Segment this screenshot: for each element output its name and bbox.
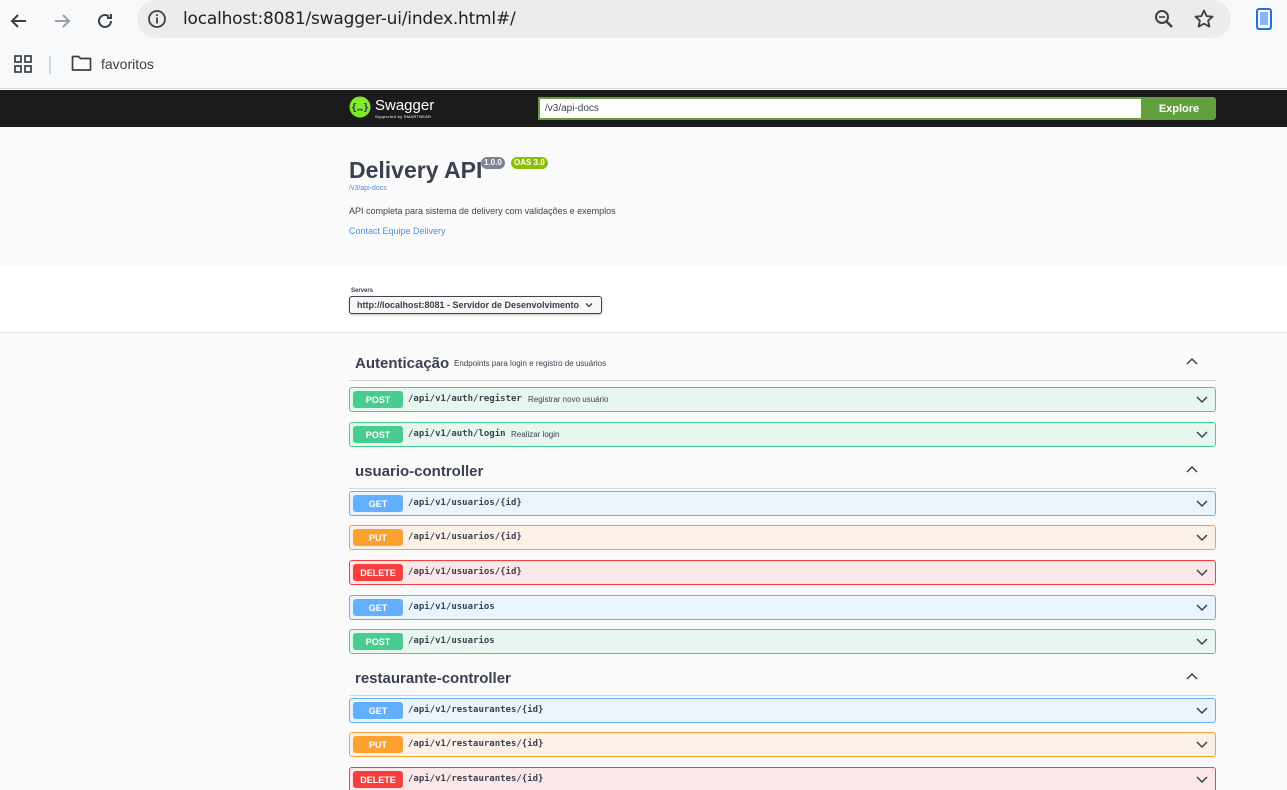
extension-icon[interactable] xyxy=(1253,7,1275,31)
operation-path: /api/v1/usuarios/{id} xyxy=(408,567,522,577)
operation-summary: Registrar novo usuário xyxy=(528,395,609,404)
info-icon[interactable] xyxy=(147,9,167,29)
folder-icon[interactable] xyxy=(71,54,92,72)
bookmarks-bar: favoritos xyxy=(0,42,1287,89)
chevron-down-icon[interactable] xyxy=(1196,568,1208,577)
back-button[interactable] xyxy=(4,6,34,36)
method-badge: POST xyxy=(353,426,403,443)
method-badge: DELETE xyxy=(353,564,403,581)
chevron-down-icon[interactable] xyxy=(1196,430,1208,439)
method-badge: PUT xyxy=(353,529,403,546)
operation-delete-usuario-by-id[interactable]: DELETE /api/v1/usuarios/{id} xyxy=(349,560,1216,585)
svg-text:{…}: {…} xyxy=(351,103,369,114)
operation-path: /api/v1/auth/register xyxy=(408,394,522,404)
explore-button[interactable]: Explore xyxy=(1142,97,1216,120)
operation-summary: Realizar login xyxy=(511,430,560,439)
back-arrow-icon xyxy=(10,14,26,28)
chevron-down-icon[interactable] xyxy=(1196,603,1208,612)
chevron-up-icon[interactable] xyxy=(1186,672,1198,682)
chevron-down-icon[interactable] xyxy=(1196,395,1208,404)
oas-badge: OAS 3.0 xyxy=(511,157,548,169)
spec-link[interactable]: /v3/api-docs xyxy=(349,185,387,192)
method-badge: GET xyxy=(353,495,403,512)
apps-grid-icon[interactable] xyxy=(13,54,33,74)
operation-path: /api/v1/usuarios/{id} xyxy=(408,532,522,542)
operation-post-usuarios[interactable]: POST /api/v1/usuarios xyxy=(349,629,1216,654)
api-title: Delivery API xyxy=(349,157,483,183)
operation-get-restaurante-by-id[interactable]: GET /api/v1/restaurantes/{id} xyxy=(349,698,1216,723)
chevron-down-icon[interactable] xyxy=(1196,637,1208,646)
operation-get-usuarios[interactable]: GET /api/v1/usuarios xyxy=(349,595,1216,620)
address-bar[interactable]: localhost:8081/swagger-ui/index.html#/ xyxy=(137,0,1231,38)
chevron-down-icon xyxy=(585,303,593,308)
tag-name: Autenticação xyxy=(355,355,450,372)
browser-toolbar: localhost:8081/swagger-ui/index.html#/ xyxy=(0,0,1287,42)
zoom-icon[interactable] xyxy=(1153,8,1175,30)
method-badge: DELETE xyxy=(353,771,403,788)
bookmark-folder-favoritos[interactable]: favoritos xyxy=(101,56,154,72)
bookmark-star-icon[interactable] xyxy=(1193,8,1215,30)
version-badge: 1.0.0 xyxy=(481,157,505,169)
swagger-topbar: {…} Swagger Supported by SMARTBEAR /v3/a… xyxy=(0,90,1287,127)
operation-path: /api/v1/usuarios xyxy=(408,602,495,612)
servers-selected-value: http://localhost:8081 - Servidor de Dese… xyxy=(357,300,580,310)
chevron-down-icon[interactable] xyxy=(1196,775,1208,784)
method-badge: POST xyxy=(353,633,403,650)
operation-path: /api/v1/usuarios xyxy=(408,636,495,646)
url-text[interactable]: localhost:8081/swagger-ui/index.html#/ xyxy=(183,9,516,29)
contact-link[interactable]: Contact Equipe Delivery xyxy=(349,226,446,236)
tag-name: usuario-controller xyxy=(355,463,484,480)
swagger-logo-icon[interactable]: {…} xyxy=(349,96,371,118)
operation-post-auth-register[interactable]: POST /api/v1/auth/register Registrar nov… xyxy=(349,387,1216,412)
operation-get-usuario-by-id[interactable]: GET /api/v1/usuarios/{id} xyxy=(349,491,1216,516)
method-badge: GET xyxy=(353,599,403,616)
operation-path: /api/v1/restaurantes/{id} xyxy=(408,705,544,715)
operation-put-restaurante-by-id[interactable]: PUT /api/v1/restaurantes/{id} xyxy=(349,732,1216,757)
servers-select[interactable]: http://localhost:8081 - Servidor de Dese… xyxy=(349,296,602,314)
operation-put-usuario-by-id[interactable]: PUT /api/v1/usuarios/{id} xyxy=(349,525,1216,550)
tag-autenticacao[interactable]: Autenticação Endpoints para login e regi… xyxy=(349,345,1216,381)
chevron-up-icon[interactable] xyxy=(1186,465,1198,475)
swagger-logo-subtitle: Supported by SMARTBEAR xyxy=(375,114,432,119)
operation-path: /api/v1/usuarios/{id} xyxy=(408,498,522,508)
tag-name: restaurante-controller xyxy=(355,670,511,687)
reload-icon xyxy=(98,13,112,28)
spec-url-input[interactable]: /v3/api-docs xyxy=(538,97,1143,120)
reload-button[interactable] xyxy=(90,6,120,36)
servers-label: Servers xyxy=(351,288,374,294)
bookmark-separator xyxy=(49,56,51,74)
servers-section: Servers http://localhost:8081 - Servidor… xyxy=(0,266,1287,333)
forward-arrow-icon xyxy=(55,14,71,28)
chevron-up-icon[interactable] xyxy=(1186,357,1198,367)
operation-path: /api/v1/auth/login xyxy=(408,429,506,439)
method-badge: POST xyxy=(353,391,403,408)
tag-description: Endpoints para login e registro de usuár… xyxy=(454,359,607,368)
chevron-down-icon[interactable] xyxy=(1196,706,1208,715)
tag-restaurante-controller[interactable]: restaurante-controller xyxy=(349,660,1216,696)
operation-path: /api/v1/restaurantes/{id} xyxy=(408,739,544,749)
chevron-down-icon[interactable] xyxy=(1196,533,1208,542)
api-description: API completa para sistema de delivery co… xyxy=(349,206,616,216)
operation-delete-restaurante-by-id[interactable]: DELETE /api/v1/restaurantes/{id} xyxy=(349,767,1216,790)
forward-button[interactable] xyxy=(47,6,77,36)
tag-usuario-controller[interactable]: usuario-controller xyxy=(349,453,1216,489)
chevron-down-icon[interactable] xyxy=(1196,499,1208,508)
method-badge: PUT xyxy=(353,736,403,753)
api-info: Delivery API 1.0.0 OAS 3.0 /v3/api-docs … xyxy=(0,127,1287,266)
operation-post-auth-login[interactable]: POST /api/v1/auth/login Realizar login xyxy=(349,422,1216,447)
method-badge: GET xyxy=(353,702,403,719)
operation-path: /api/v1/restaurantes/{id} xyxy=(408,774,544,784)
swagger-logo-title: Swagger xyxy=(375,97,435,114)
chevron-down-icon[interactable] xyxy=(1196,740,1208,749)
